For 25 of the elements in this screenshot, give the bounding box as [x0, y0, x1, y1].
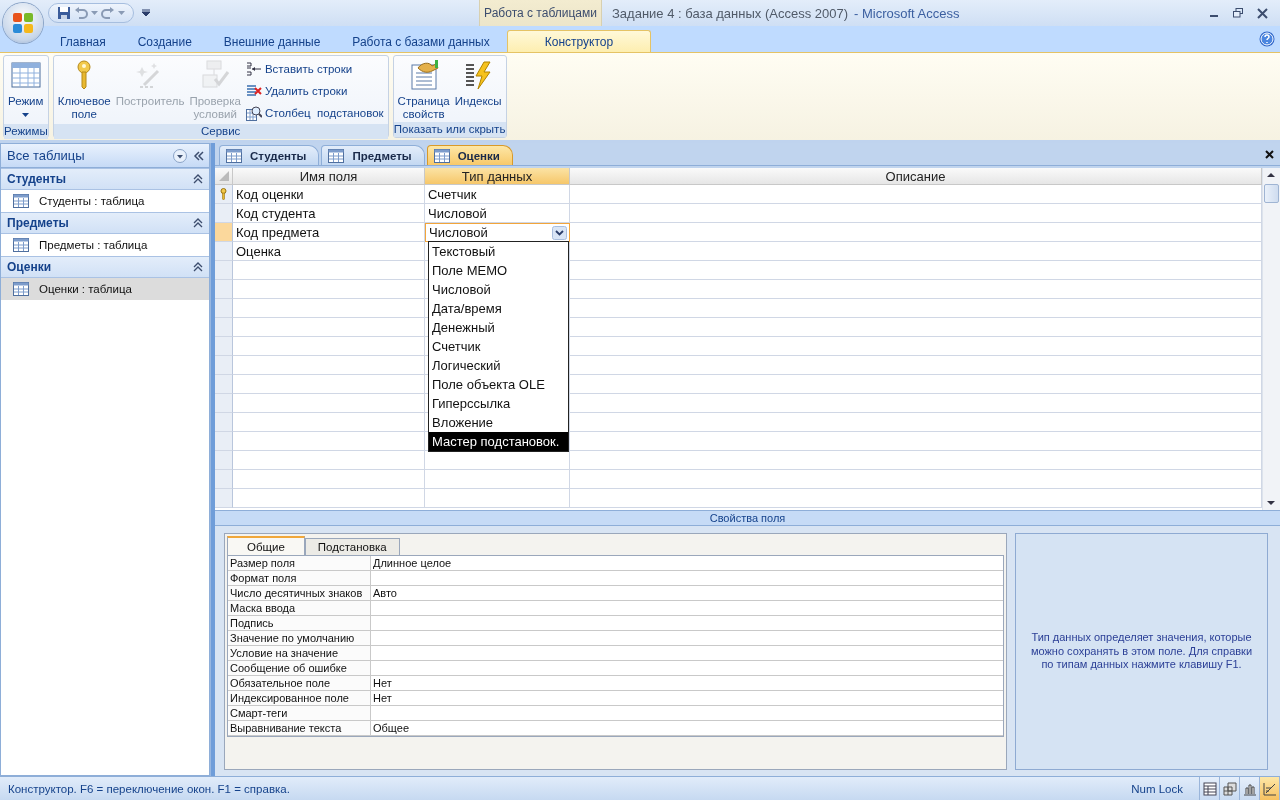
- status-text: Конструктор. F6 = переключение окон. F1 = справка.: [8, 782, 291, 795]
- property-label: Подпись: [230, 617, 274, 629]
- group-label: Режимы: [4, 124, 48, 139]
- group-label: Показать или скрыть: [393, 122, 506, 137]
- property-label: Условие на значение: [230, 647, 338, 659]
- app-name: - Microsoft Access: [854, 5, 960, 21]
- property-label: Смарт-теги: [230, 707, 288, 719]
- property-label: Значение по умолчанию: [230, 632, 355, 644]
- property-label: Формат поля: [230, 572, 297, 584]
- help-text: Тип данных определяет значения, которые можно сохранять в этом поле. Для справки по типам данных нажмите клавишу F1.: [1029, 631, 1254, 672]
- property-label: Индексированное поле: [230, 692, 349, 704]
- contextual-tab-group-label: Работа с таблицами: [484, 6, 597, 20]
- group-title: Оценки: [7, 260, 52, 274]
- property-label: Маска ввода: [230, 602, 296, 614]
- group-title: Предметы: [7, 216, 70, 230]
- property-label: Выравнивание текста: [230, 722, 342, 734]
- status-indicator: Num Lock: [1131, 782, 1184, 795]
- property-label: Размер поля: [230, 557, 296, 569]
- property-label: Обязательное поле: [230, 677, 331, 689]
- window-title: Задание 4 : база данных (Access 2007): [612, 5, 848, 21]
- property-label: Сообщение об ошибке: [230, 662, 347, 674]
- group-title: Студенты: [7, 172, 67, 186]
- section-title: Свойства поля: [215, 510, 1280, 526]
- group-label: Сервис: [53, 124, 388, 139]
- property-label: Число десятичных знаков: [230, 587, 363, 599]
